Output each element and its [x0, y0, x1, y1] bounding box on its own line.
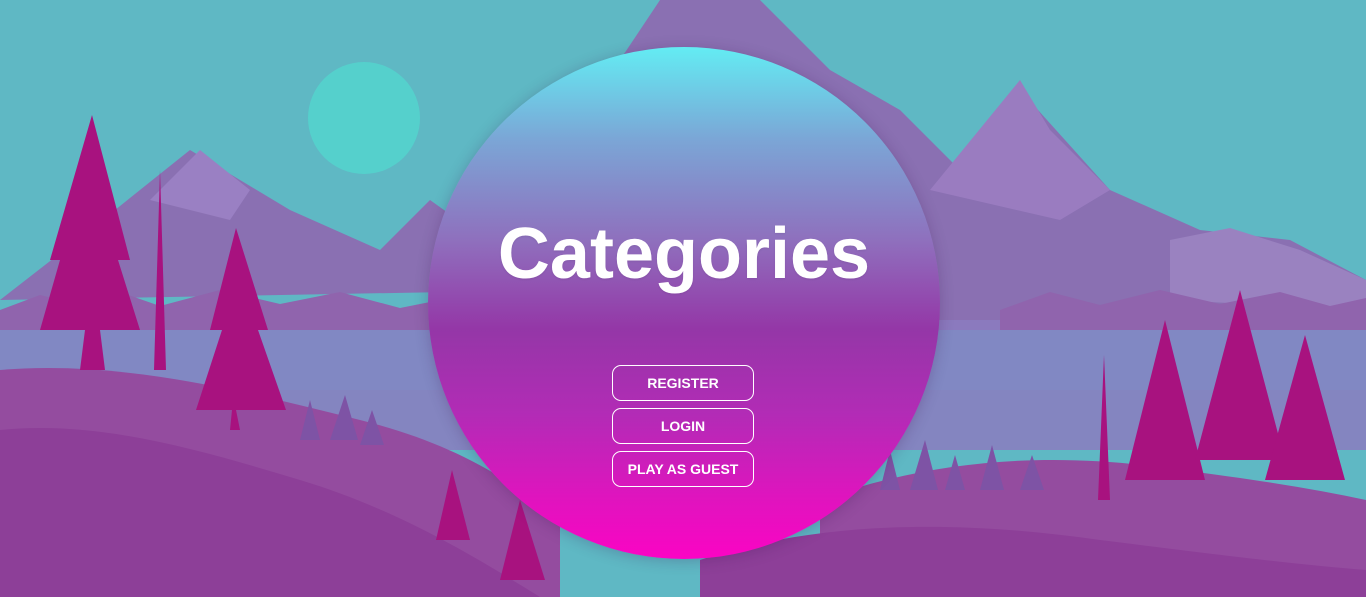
- game-title: Categories: [497, 214, 871, 294]
- play-as-guest-button[interactable]: PLAY AS GUEST: [612, 451, 754, 487]
- register-button[interactable]: REGISTER: [612, 365, 754, 401]
- sun-icon: [308, 62, 420, 174]
- game-screen: Categories REGISTER LOGIN PLAY AS GUEST: [0, 0, 1366, 597]
- login-button[interactable]: LOGIN: [612, 408, 754, 444]
- main-menu: REGISTER LOGIN PLAY AS GUEST: [612, 365, 754, 494]
